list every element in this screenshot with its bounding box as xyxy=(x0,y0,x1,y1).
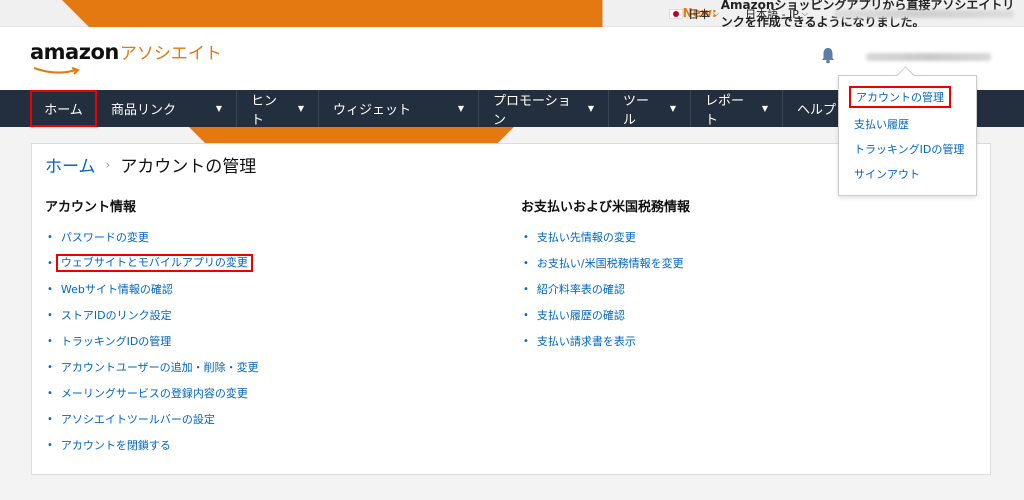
list-item: • パスワードの変更 xyxy=(45,230,259,256)
page-title: アカウントの管理 xyxy=(120,157,257,177)
bullet-icon: • xyxy=(47,284,53,295)
nav-hints[interactable]: ヒント ▼ xyxy=(237,90,319,128)
nav-label: レポート xyxy=(705,93,745,128)
list-item: • Webサイト情報の確認 xyxy=(45,282,259,308)
breadcrumb-home[interactable]: ホーム xyxy=(45,152,96,177)
bullet-icon: • xyxy=(47,232,53,243)
change-password-link[interactable]: パスワードの変更 xyxy=(61,230,149,246)
bullet-icon: • xyxy=(523,258,529,269)
payment-history-link[interactable]: 支払い履歴の確認 xyxy=(537,308,625,324)
manage-account-users-link[interactable]: アカウントユーザーの追加・削除・変更 xyxy=(61,360,259,376)
store-id-link-settings[interactable]: ストアIDのリンク設定 xyxy=(61,308,172,324)
close-account-link[interactable]: アカウントを閉鎖する xyxy=(61,438,171,454)
account-email-redacted[interactable] xyxy=(866,53,991,61)
list-item: • お支払い/米国税務情報を変更 xyxy=(521,256,690,282)
list-item: • 支払い先情報の変更 xyxy=(521,230,690,256)
bullet-icon: • xyxy=(523,284,529,295)
account-dropdown-menu: アカウントの管理 支払い履歴 トラッキングIDの管理 サインアウト xyxy=(838,75,977,196)
view-website-info-link[interactable]: Webサイト情報の確認 xyxy=(61,282,173,298)
payment-info-section: お支払いおよび米国税務情報 • 支払い先情報の変更 • お支払い/米国税務情報を変更… xyxy=(521,196,690,360)
change-tax-info-link[interactable]: お支払い/米国税務情報を変更 xyxy=(537,256,684,272)
caret-down-icon: ▼ xyxy=(669,104,676,113)
nav-promotions[interactable]: プロモーション ▼ xyxy=(479,90,609,128)
view-invoice-link[interactable]: 支払い請求書を表示 xyxy=(537,334,636,350)
list-item: • アカウントユーザーの追加・削除・変更 xyxy=(45,360,259,386)
bullet-icon: • xyxy=(47,388,53,399)
nav-label: ヒント xyxy=(251,93,278,128)
bullet-icon: • xyxy=(523,310,529,321)
list-item: • メーリングサービスの登録内容の変更 xyxy=(45,386,259,412)
amazon-smile-icon xyxy=(33,66,80,75)
menu-item-tracking-id[interactable]: トラッキングIDの管理 xyxy=(854,141,964,157)
list-item: • アソシエイトツールバーの設定 xyxy=(45,412,259,438)
breadcrumb: ホーム › アカウントの管理 xyxy=(45,152,256,177)
japan-flag-icon xyxy=(669,8,683,19)
bullet-icon: • xyxy=(47,414,53,425)
account-info-section: アカウント情報 • パスワードの変更 • ウェブサイトとモバイルアプリの変更 • We… xyxy=(45,196,259,464)
bullet-icon: • xyxy=(47,258,53,269)
amazon-associates-logo[interactable]: amazon アソシエイト xyxy=(30,39,222,75)
caret-down-icon: ▼ xyxy=(761,104,768,113)
breadcrumb-separator: › xyxy=(105,157,111,172)
list-item: • 支払い履歴の確認 xyxy=(521,308,690,334)
menu-item-sign-out[interactable]: サインアウト xyxy=(854,166,920,182)
announcement-bar: New: Amazonショッピングアプリから直接アソシエイトリンクを作成できるよ… xyxy=(0,0,1024,290)
list-item: • ウェブサイトとモバイルアプリの変更 xyxy=(45,254,259,282)
nav-label: 商品リンク xyxy=(111,103,177,118)
fee-schedule-link[interactable]: 紹介料率表の確認 xyxy=(537,282,625,298)
chevron-down-icon: ⌵ xyxy=(801,8,808,18)
bullet-icon: • xyxy=(47,336,53,347)
nav-label: ツール xyxy=(623,93,650,128)
bell-icon[interactable] xyxy=(820,46,836,64)
caret-down-icon: ▼ xyxy=(587,104,594,113)
nav-widgets[interactable]: ウィジェット ▼ xyxy=(319,90,479,127)
nav-label: プロモーション xyxy=(493,93,571,128)
change-website-link[interactable]: ウェブサイトとモバイルアプリの変更 xyxy=(55,254,253,272)
nav-product-links[interactable]: 商品リンク ▼ xyxy=(97,90,237,127)
bullet-icon: • xyxy=(47,362,53,373)
language-label: 日本語 - JP xyxy=(745,7,799,21)
list-item: • アカウントを閉鎖する xyxy=(45,438,259,464)
logo-wordmark: amazon xyxy=(30,40,119,64)
nav-home-label: ホーム xyxy=(44,103,83,118)
list-item: • ストアIDのリンク設定 xyxy=(45,308,259,334)
bullet-icon: • xyxy=(523,336,529,347)
language-selector[interactable]: 日本語 - JP ⌵ xyxy=(745,6,808,22)
redacted-text xyxy=(834,9,1014,18)
manage-tracking-id-link[interactable]: トラッキングIDの管理 xyxy=(61,334,171,350)
list-item: • 紹介料率表の確認 xyxy=(521,282,690,308)
toolbar-settings-link[interactable]: アソシエイトツールバーの設定 xyxy=(61,412,215,428)
nav-tools[interactable]: ツール ▼ xyxy=(609,90,691,128)
payment-info-heading: お支払いおよび米国税務情報 xyxy=(521,200,691,215)
nav-label: ウィジェット xyxy=(333,103,412,118)
nav-home[interactable]: ホーム xyxy=(30,90,97,127)
caret-down-icon: ▼ xyxy=(215,104,222,113)
change-payee-link[interactable]: 支払い先情報の変更 xyxy=(537,230,636,246)
nav-label: ヘルプ xyxy=(797,103,837,118)
bullet-icon: • xyxy=(47,440,53,451)
bullet-icon: • xyxy=(523,232,529,243)
caret-down-icon: ▼ xyxy=(297,104,304,113)
logo-associates: アソシエイト xyxy=(119,44,222,64)
nav-reports[interactable]: レポート ▼ xyxy=(691,90,783,128)
chevron-down-icon: ⌵ xyxy=(713,8,720,18)
menu-item-payment-history[interactable]: 支払い履歴 xyxy=(854,116,909,132)
list-item: • トラッキングIDの管理 xyxy=(45,334,259,360)
menu-item-account-management[interactable]: アカウントの管理 xyxy=(849,86,951,108)
bullet-icon: • xyxy=(47,310,53,321)
list-item: • 支払い請求書を表示 xyxy=(521,334,690,360)
mailing-service-link[interactable]: メーリングサービスの登録内容の変更 xyxy=(61,386,248,402)
country-selector[interactable]: 日本 ⌵ xyxy=(669,6,719,22)
account-info-heading: アカウント情報 xyxy=(45,200,137,215)
country-label: 日本 xyxy=(688,7,710,21)
caret-down-icon: ▼ xyxy=(457,104,464,113)
